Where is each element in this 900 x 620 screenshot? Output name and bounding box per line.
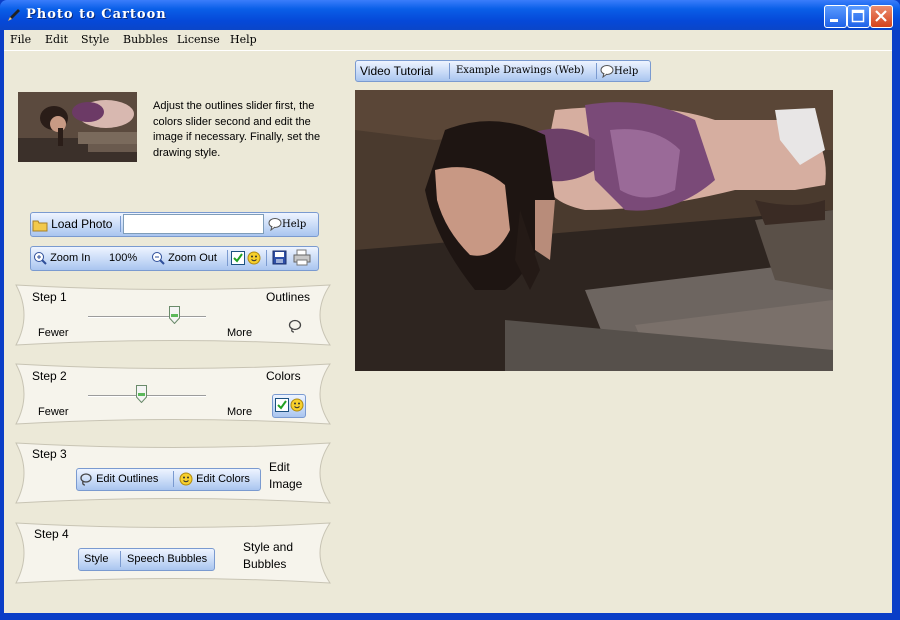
minimize-button[interactable] bbox=[824, 5, 847, 28]
step2-title: Colors bbox=[266, 369, 301, 383]
top-toolbar: Video Tutorial Example Drawings (Web) He… bbox=[355, 60, 651, 82]
top-help-label: Help bbox=[614, 66, 639, 77]
menu-bar: File Edit Style Bubbles License Help bbox=[4, 30, 892, 51]
zoom-in-label: Zoom In bbox=[50, 252, 91, 264]
menu-file[interactable]: File bbox=[10, 33, 31, 46]
zoom-level: 100% bbox=[109, 252, 138, 264]
speech-bubble-icon bbox=[600, 65, 614, 79]
step1-panel: Step 1 Outlines Fewer More bbox=[14, 282, 332, 348]
step2-max-label: More bbox=[227, 406, 253, 418]
edit-colors-label: Edit Colors bbox=[196, 473, 250, 485]
divider bbox=[227, 250, 228, 266]
step3-title-line2: Image bbox=[269, 477, 303, 491]
zoom-out-button[interactable]: Zoom Out bbox=[151, 248, 217, 268]
outlines-slider-thumb[interactable] bbox=[169, 306, 181, 324]
divider bbox=[120, 216, 121, 232]
folder-icon bbox=[32, 220, 48, 232]
minimize-icon bbox=[830, 19, 838, 22]
step3-title-line1: Edit bbox=[269, 460, 290, 474]
divider bbox=[449, 63, 450, 79]
zoom-out-icon bbox=[152, 252, 165, 265]
step1-min-label: Fewer bbox=[38, 327, 69, 339]
step1-label: Step 1 bbox=[32, 290, 67, 304]
zoom-in-icon bbox=[34, 252, 47, 265]
cartoon-preview-image bbox=[355, 90, 833, 371]
speech-bubbles-button[interactable]: Speech Bubbles bbox=[127, 549, 207, 569]
window-title: Photo to Cartoon bbox=[26, 7, 167, 22]
window-bottom-border bbox=[0, 613, 900, 620]
client-area: File Edit Style Bubbles License Help Vid… bbox=[4, 30, 892, 613]
smiley-icon bbox=[290, 398, 304, 412]
edit-outlines-button[interactable]: Edit Outlines bbox=[79, 469, 158, 489]
lasso-icon[interactable] bbox=[287, 318, 303, 334]
menu-license[interactable]: License bbox=[177, 33, 220, 46]
load-photo-button[interactable]: Load Photo bbox=[32, 214, 112, 234]
menu-edit[interactable]: Edit bbox=[45, 33, 68, 46]
step3-label: Step 3 bbox=[32, 447, 67, 461]
edit-buttons-group: Edit Outlines Edit Colors bbox=[76, 468, 261, 491]
step4-title-line2: Bubbles bbox=[243, 557, 287, 571]
load-photo-label: Load Photo bbox=[51, 217, 113, 231]
step2-label: Step 2 bbox=[32, 369, 67, 383]
close-icon bbox=[875, 10, 887, 22]
divider bbox=[266, 250, 267, 266]
example-drawings-button[interactable]: Example Drawings (Web) bbox=[456, 61, 584, 81]
step1-max-label: More bbox=[227, 327, 253, 339]
save-icon[interactable] bbox=[272, 250, 287, 265]
divider bbox=[596, 63, 597, 79]
menu-help[interactable]: Help bbox=[230, 33, 257, 46]
outlines-slider-track[interactable] bbox=[88, 316, 206, 318]
colors-checkbox[interactable] bbox=[275, 398, 289, 412]
smiley-icon bbox=[179, 472, 193, 486]
app-window: Photo to Cartoon File Edit Style Bubbles… bbox=[0, 0, 900, 620]
zoom-out-label: Zoom Out bbox=[168, 252, 217, 264]
pencil-icon bbox=[8, 9, 20, 21]
maximize-icon bbox=[851, 9, 865, 23]
close-button[interactable] bbox=[870, 5, 893, 28]
smiley-icon[interactable] bbox=[247, 251, 261, 265]
top-help-button[interactable]: Help bbox=[600, 61, 638, 81]
divider bbox=[120, 551, 121, 567]
colors-option-button[interactable] bbox=[272, 394, 306, 418]
step1-title: Outlines bbox=[266, 290, 311, 304]
step3-panel: Step 3 Edit Image Edit Outlines Edit Col… bbox=[14, 440, 332, 506]
maximize-button[interactable] bbox=[847, 5, 870, 28]
step2-panel: Step 2 Colors Fewer More bbox=[14, 361, 332, 427]
style-buttons-group: Style Speech Bubbles bbox=[78, 548, 215, 571]
print-icon[interactable] bbox=[293, 249, 311, 266]
speech-bubble-icon bbox=[268, 218, 282, 232]
step2-min-label: Fewer bbox=[38, 406, 69, 418]
preview-checkbox[interactable] bbox=[231, 251, 245, 265]
step4-title-line1: Style and bbox=[243, 540, 294, 554]
intro-text: Adjust the outlines slider first, the co… bbox=[153, 100, 321, 159]
edit-outlines-label: Edit Outlines bbox=[96, 473, 159, 485]
load-help-label: Help bbox=[282, 219, 307, 230]
lasso-icon bbox=[80, 473, 92, 486]
menu-bubbles[interactable]: Bubbles bbox=[123, 33, 168, 46]
step4-label: Step 4 bbox=[34, 527, 69, 541]
menu-style[interactable]: Style bbox=[81, 33, 109, 46]
step4-panel: Step 4 Style and Bubbles Style Speech Bu… bbox=[14, 520, 332, 586]
style-button[interactable]: Style bbox=[84, 549, 108, 569]
zoom-in-button[interactable]: Zoom In bbox=[33, 248, 90, 268]
video-tutorial-button[interactable]: Video Tutorial bbox=[360, 61, 433, 81]
colors-slider-thumb[interactable] bbox=[136, 385, 148, 403]
photo-thumbnail bbox=[18, 92, 137, 162]
title-bar: Photo to Cartoon bbox=[0, 0, 900, 30]
photo-path-input[interactable] bbox=[123, 214, 264, 234]
divider bbox=[173, 471, 174, 487]
edit-colors-button[interactable]: Edit Colors bbox=[179, 469, 250, 489]
load-help-button[interactable]: Help bbox=[268, 214, 306, 234]
